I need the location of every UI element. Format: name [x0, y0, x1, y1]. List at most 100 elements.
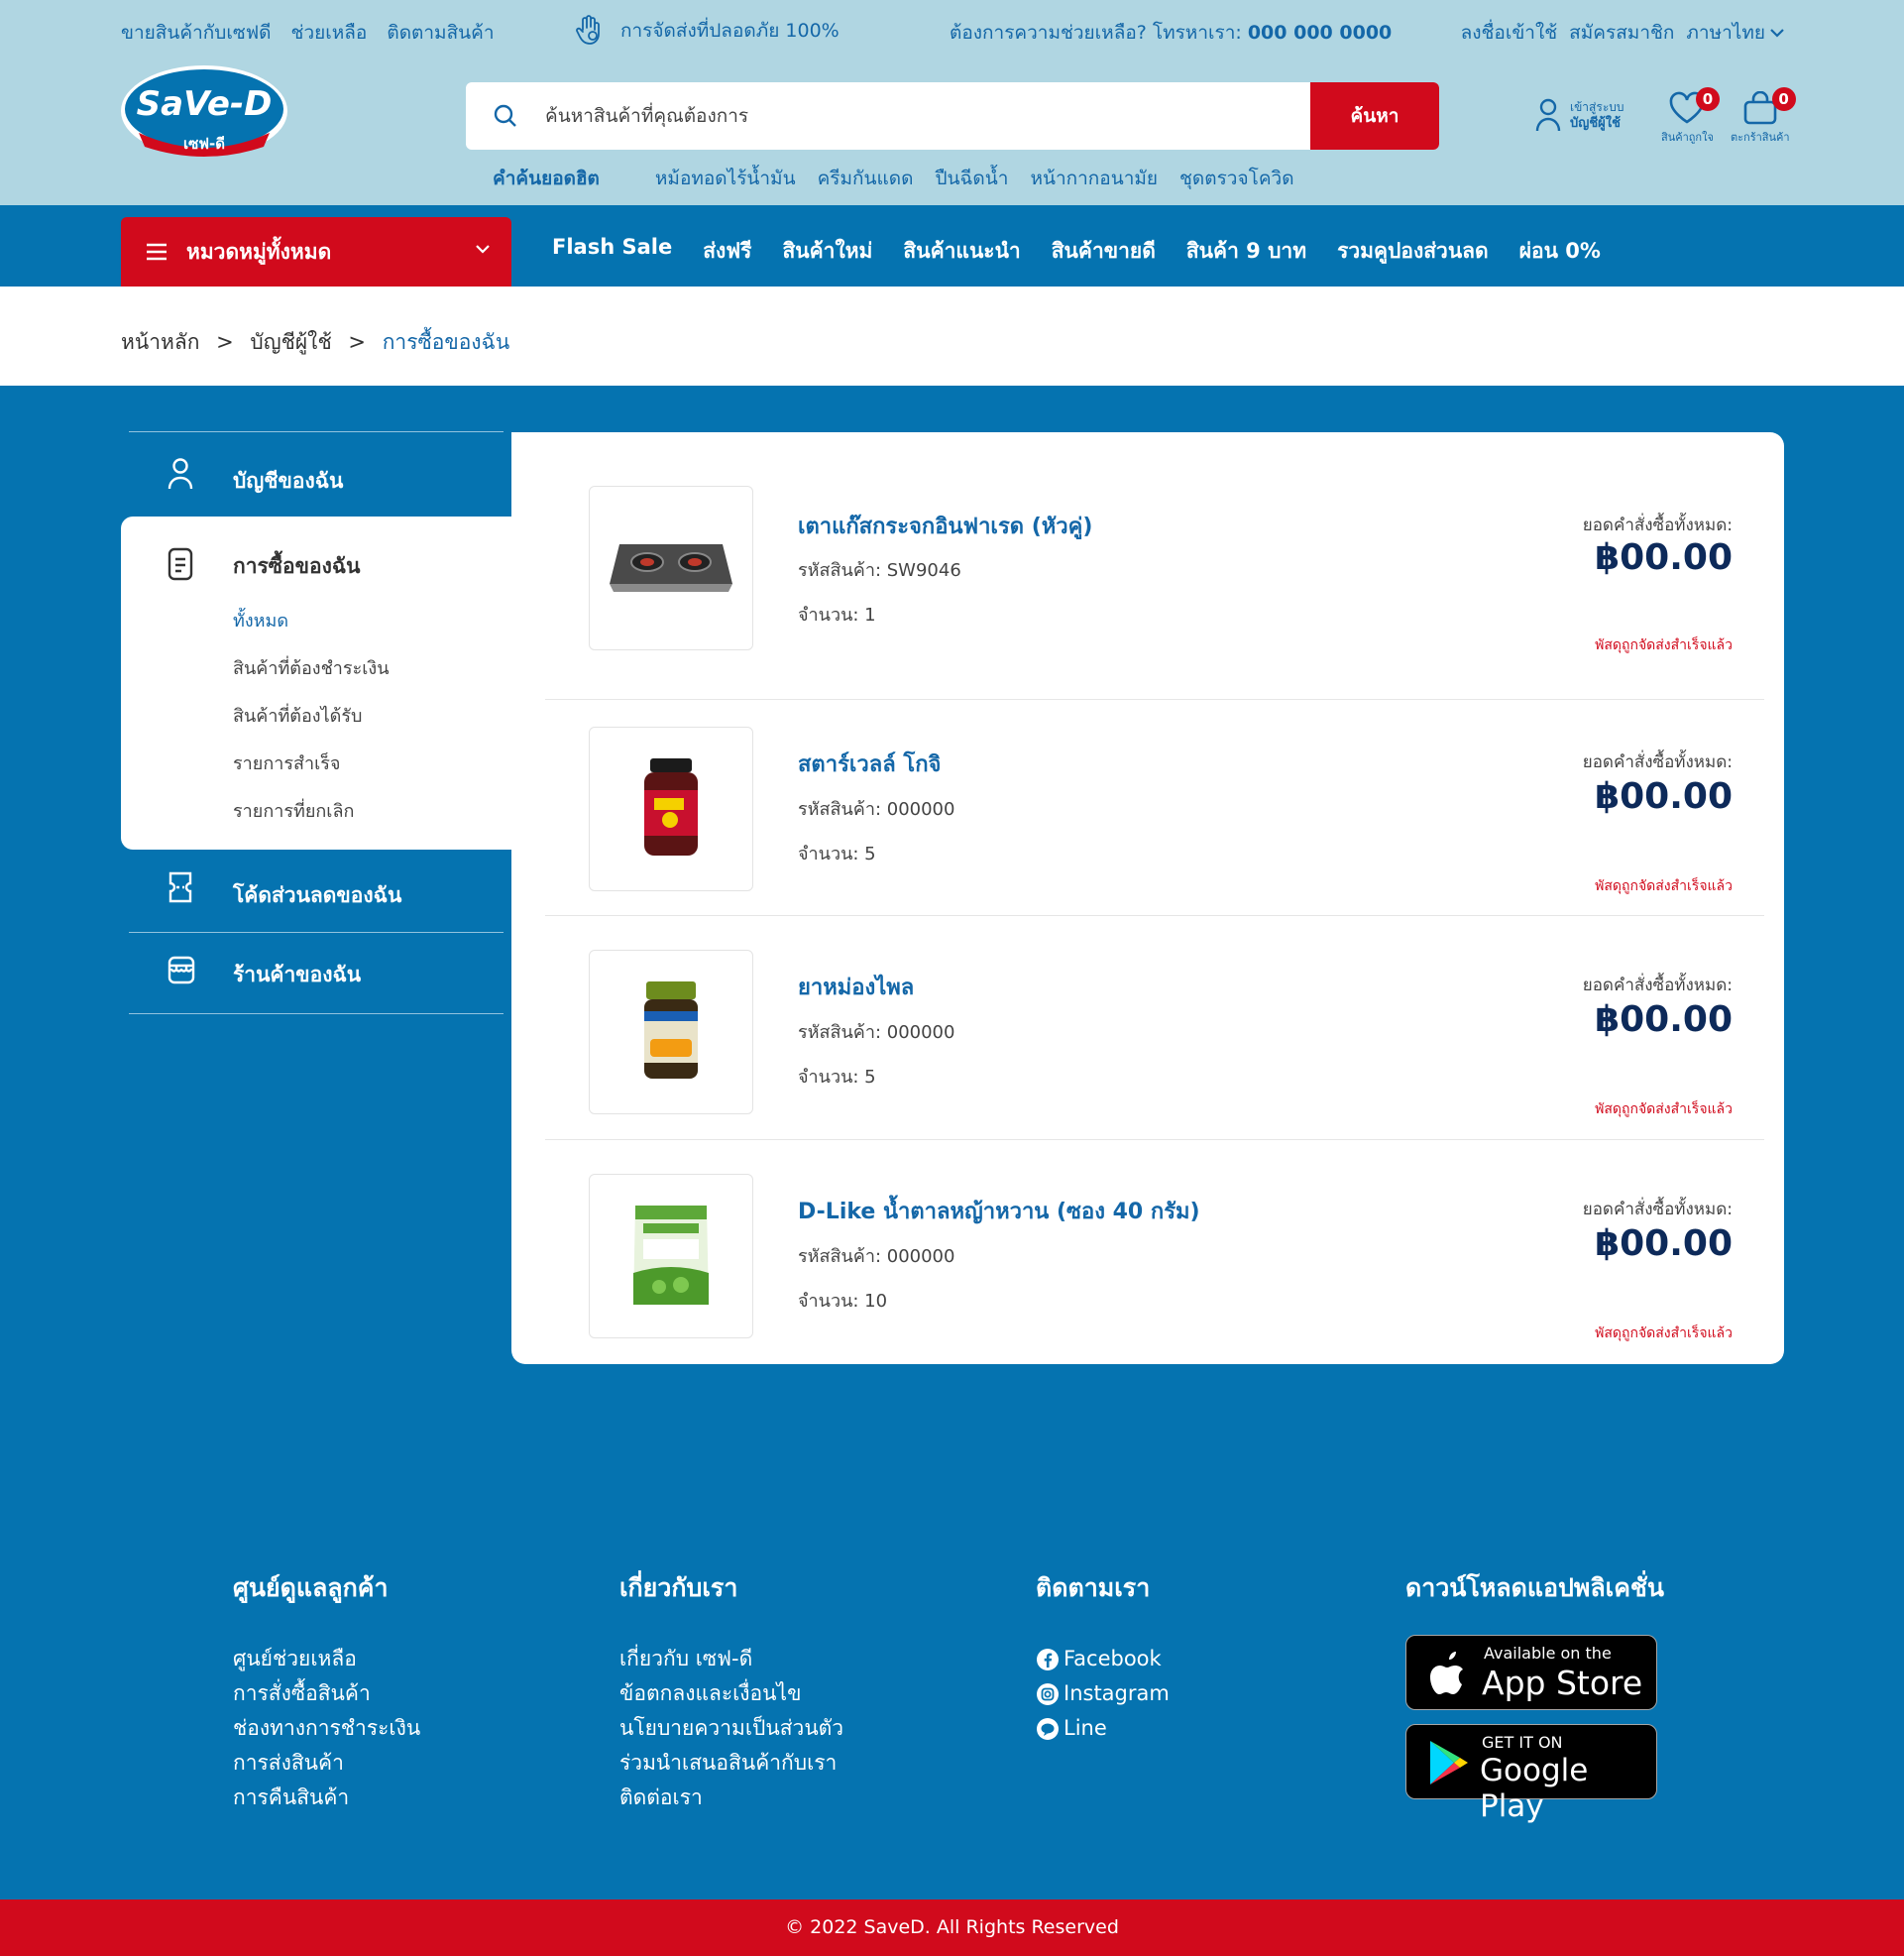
app-store-small-text: Available on the: [1484, 1644, 1612, 1663]
sidebar-item-my-store[interactable]: ร้านค้าของฉัน: [121, 953, 511, 1002]
google-play-small-text: GET IT ON: [1482, 1733, 1563, 1752]
footer-link[interactable]: เกี่ยวกับ เซฟ-ดี: [619, 1642, 843, 1676]
product-name[interactable]: ยาหม่องไพล: [798, 970, 914, 1004]
footer-link[interactable]: นโยบายความเป็นส่วนตัว: [619, 1711, 843, 1746]
main-nav: หมวดหมู่ทั้งหมด Flash Sale ส่งฟรี สินค้า…: [0, 205, 1904, 287]
wishlist-button[interactable]: 0 สินค้าถูกใจ: [1661, 87, 1720, 146]
order-status: พัสดุถูกจัดส่งสำเร็จแล้ว: [1595, 878, 1733, 894]
nav-coupons[interactable]: รวมคูปองส่วนลด: [1337, 235, 1489, 268]
all-categories-label: หมวดหมู่ทั้งหมด: [186, 239, 332, 264]
hot-keywords: คำค้นยอดฮิต หม้อทอดไร้น้ำมัน ครีมกันแดด …: [493, 164, 1316, 193]
purchases-filter-to-pay[interactable]: สินค้าที่ต้องชำระเงิน: [233, 653, 390, 682]
wishlist-label: สินค้าถูกใจ: [1661, 131, 1714, 144]
product-quantity: จำนวน: 1: [798, 605, 876, 626]
footer-link[interactable]: ข้อตกลงและเงื่อนไข: [619, 1676, 843, 1711]
all-categories-button[interactable]: หมวดหมู่ทั้งหมด: [121, 217, 511, 287]
footer-about: เกี่ยวกับเรา เกี่ยวกับ เซฟ-ดี ข้อตกลงและ…: [619, 1568, 843, 1815]
breadcrumb-separator: >: [348, 330, 366, 354]
line-label: Line: [1064, 1716, 1107, 1740]
purchases-filter-all[interactable]: ทั้งหมด: [233, 606, 288, 634]
order-item[interactable]: สตาร์เวลล์ โกจิ รหัสสินค้า: 000000 จำนวน…: [545, 727, 1764, 915]
cart-button[interactable]: 0 ตะกร้าสินค้า: [1731, 87, 1796, 146]
logo-brand: SaVe-D: [137, 84, 273, 124]
footer-link[interactable]: ร่วมนำเสนอสินค้ากับเรา: [619, 1746, 843, 1781]
breadcrumb-separator: >: [216, 330, 234, 354]
help-link[interactable]: ช่วยเหลือ: [291, 22, 368, 44]
sidebar-item-label[interactable]: การซื้อของฉัน: [233, 550, 361, 583]
nav-installment[interactable]: ผ่อน 0%: [1519, 235, 1601, 268]
help-phone[interactable]: 000 000 0000: [1248, 22, 1392, 44]
breadcrumb-home[interactable]: หน้าหลัก: [121, 330, 199, 354]
logo-thai: เซฟ-ดี: [183, 135, 225, 153]
site-logo[interactable]: SaVe-D เซฟ-ดี: [119, 63, 289, 159]
nav-best-sellers[interactable]: สินค้าขายดี: [1052, 235, 1156, 268]
hot-keyword[interactable]: ครีมกันแดด: [818, 164, 914, 193]
footer-link[interactable]: ช่องทางการชำระเงิน: [233, 1711, 420, 1746]
nav-new-products[interactable]: สินค้าใหม่: [782, 235, 872, 268]
sidebar-item-my-account[interactable]: บัญชีของฉัน: [121, 457, 511, 507]
product-name[interactable]: D-Like น้ำตาลหญ้าหวาน (ซอง 40 กรัม): [798, 1194, 1200, 1228]
purchases-filter-completed[interactable]: รายการสำเร็จ: [233, 748, 340, 777]
sidebar-item-my-purchases: การซื้อของฉัน ทั้งหมด สินค้าที่ต้องชำระเ…: [121, 517, 511, 850]
balm-jar-image: [644, 981, 698, 1079]
login-link[interactable]: ลงชื่อเข้าใช้: [1461, 18, 1558, 48]
footer-link[interactable]: การคืนสินค้า: [233, 1781, 420, 1815]
footer-download: ดาวน์โหลดแอปพลิเคชั่น: [1405, 1568, 1664, 1642]
sidebar-item-my-coupons[interactable]: โค้ดส่วนลดของฉัน: [121, 869, 511, 919]
order-total-label: ยอดคำสั่งซื้อทั้งหมด:: [1582, 516, 1733, 535]
footer-link[interactable]: ติดต่อเรา: [619, 1781, 843, 1815]
user-icon: [1535, 98, 1561, 132]
product-image[interactable]: [589, 486, 753, 650]
register-link[interactable]: สมัครสมาชิก: [1569, 18, 1674, 48]
nav-flash-sale[interactable]: Flash Sale: [552, 235, 672, 268]
hot-keywords-label: คำค้นยอดฮิต: [493, 168, 600, 189]
google-play-button[interactable]: GET IT ON Google Play: [1405, 1724, 1657, 1824]
hot-keyword[interactable]: หน้ากากอนามัย: [1030, 164, 1158, 193]
chevron-down-icon[interactable]: [1769, 27, 1785, 39]
facebook-label: Facebook: [1064, 1647, 1162, 1670]
language-select[interactable]: ภาษาไทย: [1686, 18, 1765, 48]
line-link[interactable]: Line: [1036, 1711, 1170, 1746]
account-button[interactable]: เข้าสู่ระบบ บัญชีผู้ใช้: [1534, 97, 1624, 133]
purchases-filter-to-receive[interactable]: สินค้าที่ต้องได้รับ: [233, 701, 362, 730]
product-name[interactable]: สตาร์เวลล์ โกจิ: [798, 747, 941, 781]
cart-count-badge: 0: [1771, 87, 1796, 111]
hot-keyword[interactable]: ชุดตรวจโควิด: [1179, 164, 1294, 193]
sell-link[interactable]: ขายสินค้ากับเซฟดี: [121, 22, 272, 44]
product-name[interactable]: เตาแก๊สกระจกอินฟาเรด (หัวคู่): [798, 509, 1092, 543]
instagram-link[interactable]: Instagram: [1036, 1676, 1170, 1711]
footer-follow: ติดตามเรา Facebook Instagram Line: [1036, 1568, 1170, 1746]
footer-heading: ศูนย์ดูแลลูกค้า: [233, 1573, 389, 1602]
product-sku: รหัสสินค้า: SW9046: [798, 560, 961, 581]
product-image[interactable]: [589, 727, 753, 891]
order-item[interactable]: D-Like น้ำตาลหญ้าหวาน (ซอง 40 กรัม) รหัส…: [545, 1174, 1764, 1362]
cart-label: ตะกร้าสินค้า: [1731, 131, 1790, 144]
nav-recommended[interactable]: สินค้าแนะนำ: [903, 235, 1020, 268]
purchases-filter-cancelled[interactable]: รายการที่ยกเลิก: [233, 796, 354, 825]
footer-link[interactable]: การส่งสินค้า: [233, 1746, 420, 1781]
facebook-link[interactable]: Facebook: [1036, 1642, 1170, 1676]
nav-9-baht[interactable]: สินค้า 9 บาท: [1186, 235, 1306, 268]
breadcrumb-bar: หน้าหลัก > บัญชีผู้ใช้ > การซื้อของฉัน: [0, 287, 1904, 386]
goji-bottle-image: [644, 758, 698, 856]
hamburger-icon: [147, 243, 167, 261]
top-bar: ขายสินค้ากับเซฟดี ช่วยเหลือ ติดตามสินค้า…: [0, 14, 1904, 48]
product-image[interactable]: [589, 1174, 753, 1338]
search-button[interactable]: ค้นหา: [1310, 82, 1439, 150]
app-store-button[interactable]: Available on the App Store: [1405, 1635, 1657, 1710]
footer-link[interactable]: ศูนย์ช่วยเหลือ: [233, 1642, 420, 1676]
hot-keyword[interactable]: หม้อทอดไร้น้ำมัน: [655, 164, 796, 193]
hot-keyword[interactable]: ปืนฉีดน้ำ: [935, 164, 1008, 193]
track-link[interactable]: ติดตามสินค้า: [387, 22, 494, 44]
nav-free-shipping[interactable]: ส่งฟรี: [703, 235, 751, 268]
search-input[interactable]: [545, 82, 1318, 150]
order-item[interactable]: เตาแก๊สกระจกอินฟาเรด (หัวคู่) รหัสสินค้า…: [545, 486, 1764, 704]
coupon-icon: [168, 871, 192, 903]
product-image[interactable]: [589, 950, 753, 1114]
footer-link[interactable]: การสั่งซื้อสินค้า: [233, 1676, 420, 1711]
footer-heading: ติดตามเรา: [1036, 1573, 1151, 1602]
breadcrumb-account[interactable]: บัญชีผู้ใช้: [250, 330, 331, 354]
app-store-big-text: App Store: [1482, 1664, 1643, 1702]
order-item[interactable]: ยาหม่องไพล รหัสสินค้า: 000000 จำนวน: 5 ย…: [545, 950, 1764, 1138]
user-icon: [168, 458, 193, 490]
